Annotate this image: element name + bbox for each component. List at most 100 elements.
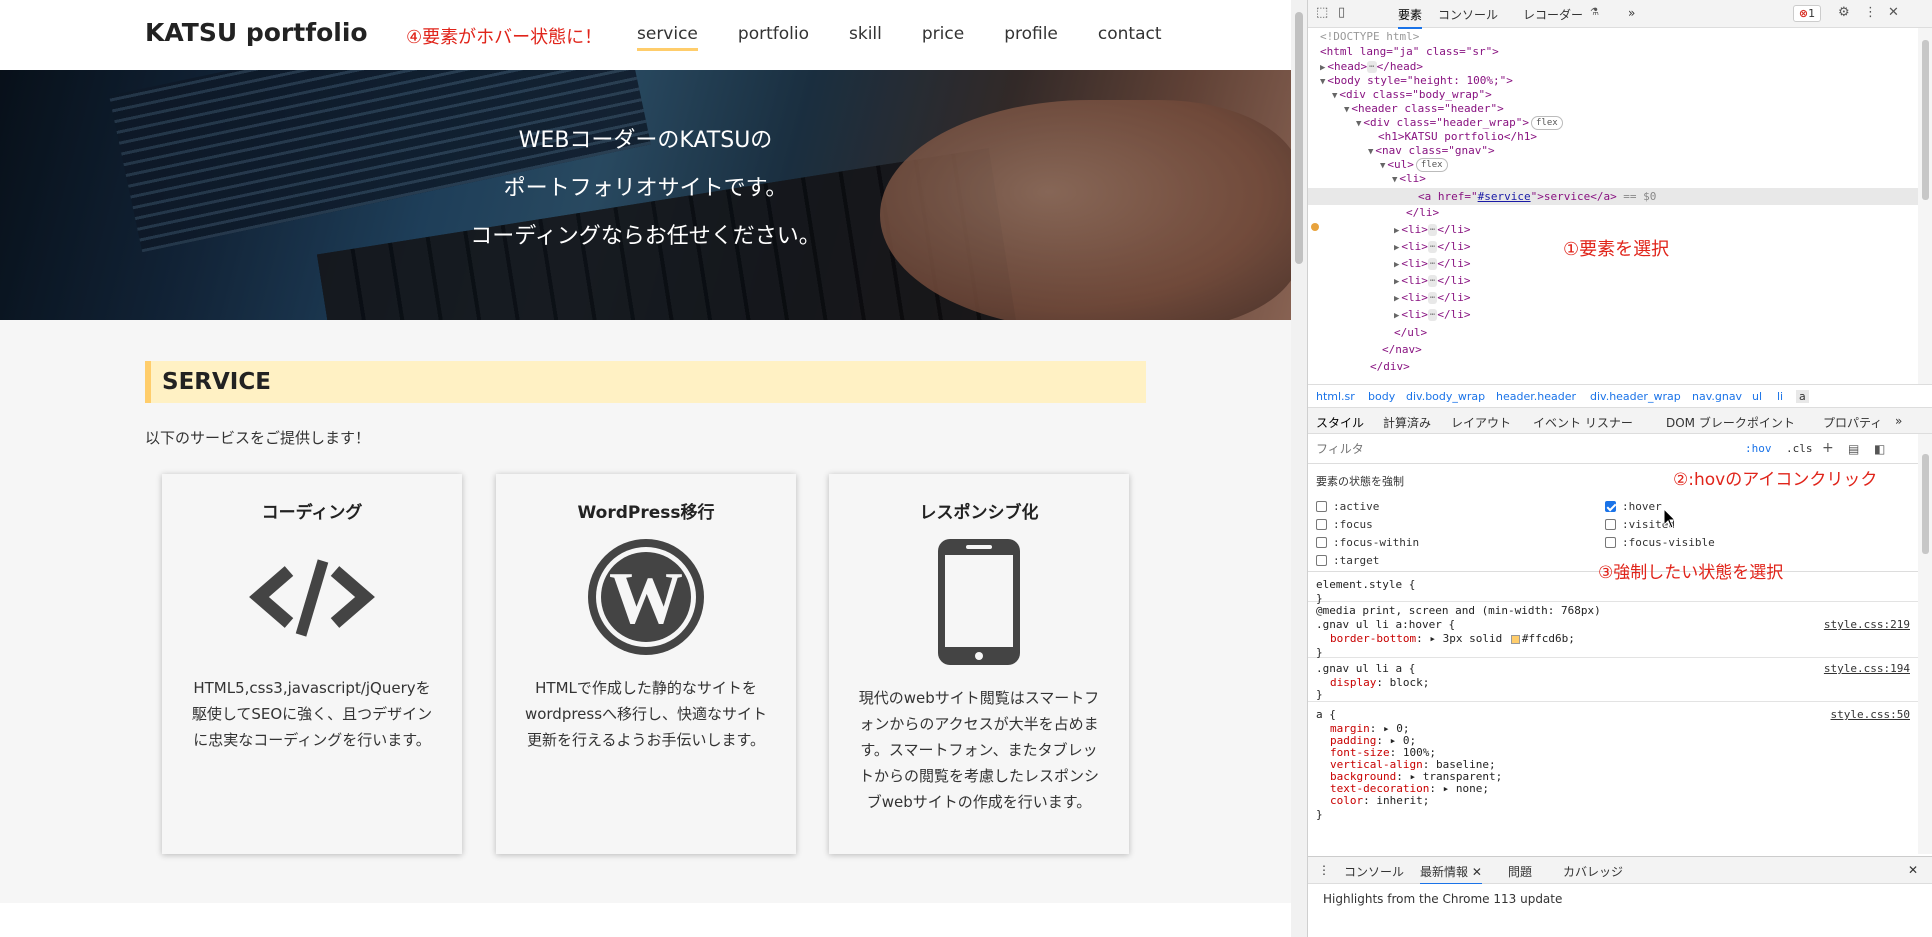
collapse-triangle-icon[interactable]: ▼ bbox=[1356, 119, 1361, 129]
styles-scrollbar-thumb[interactable] bbox=[1922, 454, 1929, 554]
dom-li[interactable]: ▼ <li> bbox=[1392, 170, 1426, 187]
dom-tree-scrollbar[interactable] bbox=[1918, 28, 1932, 384]
expand-triangle-icon[interactable]: ▶ bbox=[1394, 226, 1399, 236]
rule-selector[interactable]: .gnav ul li a:hover { bbox=[1316, 618, 1455, 632]
more-options-icon[interactable]: ⋮ bbox=[1864, 5, 1877, 20]
state-focus-within-checkbox[interactable]: :focus-within bbox=[1316, 536, 1419, 549]
drawer-tab-console[interactable]: コンソール bbox=[1344, 863, 1404, 880]
drawer-tab-coverage[interactable]: カバレッジ bbox=[1563, 863, 1623, 880]
collapse-triangle-icon[interactable]: ▼ bbox=[1332, 91, 1337, 101]
nav-profile[interactable]: profile bbox=[1004, 24, 1058, 51]
hov-toggle-button[interactable]: :hov bbox=[1745, 442, 1772, 455]
collapsed-ellipsis[interactable]: ⋯ bbox=[1427, 258, 1438, 270]
crumb-nav[interactable]: nav.gnav bbox=[1692, 390, 1742, 403]
error-badge[interactable]: ⊗1 bbox=[1793, 5, 1821, 22]
settings-gear-icon[interactable]: ⚙ bbox=[1838, 5, 1850, 20]
crumb-header-wrap[interactable]: div.header_wrap bbox=[1590, 390, 1681, 403]
nav-skill[interactable]: skill bbox=[849, 24, 882, 51]
add-rule-icon[interactable]: + bbox=[1822, 440, 1834, 456]
more-tabs-button[interactable]: » bbox=[1628, 6, 1635, 20]
dom-li-collapsed[interactable]: ▶ <li> ⋯ </li> bbox=[1394, 221, 1470, 238]
rule-selector[interactable]: a { bbox=[1316, 708, 1336, 722]
subtab-computed[interactable]: 計算済み bbox=[1383, 414, 1431, 431]
dom-div-close[interactable]: </div> bbox=[1370, 358, 1410, 375]
dom-li-collapsed[interactable]: ▶ <li> ⋯ </li> bbox=[1394, 272, 1470, 289]
crumb-body[interactable]: body bbox=[1368, 390, 1395, 403]
collapse-triangle-icon[interactable]: ▼ bbox=[1392, 175, 1397, 185]
dom-li-collapsed[interactable]: ▶ <li> ⋯ </li> bbox=[1394, 238, 1470, 255]
nav-contact[interactable]: contact bbox=[1098, 24, 1162, 51]
state-active-checkbox[interactable]: :active bbox=[1316, 500, 1379, 513]
collapse-triangle-icon[interactable]: ▼ bbox=[1380, 161, 1385, 171]
close-devtools-icon[interactable]: ✕ bbox=[1888, 5, 1899, 20]
collapse-triangle-icon[interactable]: ▼ bbox=[1320, 77, 1325, 87]
collapsed-ellipsis[interactable]: ⋯ bbox=[1427, 224, 1438, 236]
checkbox-box[interactable] bbox=[1316, 555, 1327, 566]
state-focus-visible-checkbox[interactable]: :focus-visible bbox=[1605, 536, 1715, 549]
subtab-layout[interactable]: レイアウト bbox=[1451, 414, 1511, 431]
checkbox-box[interactable] bbox=[1605, 519, 1616, 530]
expand-triangle-icon[interactable]: ▶ bbox=[1394, 243, 1399, 253]
collapsed-ellipsis[interactable]: ⋯ bbox=[1427, 241, 1438, 253]
collapsed-ellipsis[interactable]: ⋯ bbox=[1427, 275, 1438, 287]
drawer-tab-whats-new[interactable]: 最新情報 ✕ bbox=[1420, 863, 1482, 885]
crumb-body-wrap[interactable]: div.body_wrap bbox=[1406, 390, 1485, 403]
nav-portfolio[interactable]: portfolio bbox=[738, 24, 809, 51]
rule-source-link[interactable]: style.css:50 bbox=[1831, 708, 1910, 722]
dom-href-link[interactable]: #service bbox=[1478, 190, 1531, 203]
styles-scrollbar[interactable] bbox=[1918, 434, 1932, 854]
crumb-ul[interactable]: ul bbox=[1752, 390, 1762, 403]
state-hover-checkbox[interactable]: :hover bbox=[1605, 500, 1662, 513]
tab-elements[interactable]: 要素 bbox=[1398, 6, 1423, 29]
close-tab-icon[interactable]: ✕ bbox=[1472, 865, 1482, 879]
collapsed-ellipsis[interactable]: ⋯ bbox=[1427, 292, 1438, 304]
subtab-dom-breakpoints[interactable]: DOM ブレークポイント bbox=[1666, 414, 1795, 431]
whats-new-highlights[interactable]: Highlights from the Chrome 113 update bbox=[1323, 892, 1562, 906]
inspect-element-icon[interactable]: ⬚ bbox=[1316, 5, 1328, 20]
rule-selector[interactable]: .gnav ul li a { bbox=[1316, 662, 1415, 676]
rule-source-link[interactable]: style.css:219 bbox=[1824, 618, 1910, 632]
checkbox-box[interactable] bbox=[1316, 519, 1327, 530]
dom-ul-close[interactable]: </ul> bbox=[1394, 324, 1427, 341]
expand-triangle-icon[interactable]: ▶ bbox=[1394, 260, 1399, 270]
tab-console[interactable]: コンソール bbox=[1438, 6, 1498, 23]
collapse-triangle-icon[interactable]: ▼ bbox=[1368, 147, 1373, 157]
rule-source-link[interactable]: style.css:194 bbox=[1824, 662, 1910, 676]
page-scrollbar[interactable] bbox=[1291, 0, 1307, 937]
dom-li-collapsed[interactable]: ▶ <li> ⋯ </li> bbox=[1394, 289, 1470, 306]
crumb-a[interactable]: a bbox=[1796, 390, 1809, 403]
nav-service[interactable]: service bbox=[637, 24, 698, 51]
subtab-event-listeners[interactable]: イベント リスナー bbox=[1533, 414, 1633, 431]
checkbox-box-checked[interactable] bbox=[1605, 501, 1616, 512]
dom-li-close[interactable]: </li> bbox=[1406, 204, 1439, 221]
state-target-checkbox[interactable]: :target bbox=[1316, 554, 1379, 567]
rule-selector[interactable]: element.style { bbox=[1316, 578, 1415, 592]
close-drawer-icon[interactable]: ✕ bbox=[1908, 863, 1918, 877]
drawer-menu-icon[interactable]: ⋮ bbox=[1318, 863, 1330, 877]
rule-property[interactable]: color: inherit; bbox=[1330, 794, 1429, 808]
more-subtabs-button[interactable]: » bbox=[1895, 414, 1902, 428]
dom-nav-close[interactable]: </nav> bbox=[1382, 341, 1422, 358]
nav-price[interactable]: price bbox=[922, 24, 964, 51]
checkbox-box[interactable] bbox=[1316, 537, 1327, 548]
styles-filter-input[interactable] bbox=[1316, 441, 1646, 457]
dom-anchor-selected[interactable]: <a href="#service">service</a> == $0 bbox=[1308, 188, 1918, 205]
toggle-sidebar-icon[interactable]: ◧ bbox=[1874, 442, 1885, 456]
expand-triangle-icon[interactable]: ▶ bbox=[1394, 311, 1399, 321]
crumb-header[interactable]: header.header bbox=[1496, 390, 1576, 403]
rule-property[interactable]: display: block; bbox=[1330, 676, 1429, 690]
paint-icon[interactable]: ▤ bbox=[1848, 442, 1859, 456]
subtab-properties[interactable]: プロパティ bbox=[1823, 414, 1882, 431]
checkbox-box[interactable] bbox=[1316, 501, 1327, 512]
collapse-triangle-icon[interactable]: ▼ bbox=[1344, 105, 1349, 115]
page-scrollbar-thumb[interactable] bbox=[1295, 12, 1303, 264]
crumb-html[interactable]: html.sr bbox=[1316, 390, 1355, 403]
expand-triangle-icon[interactable]: ▶ bbox=[1394, 294, 1399, 304]
drawer-tab-issues[interactable]: 問題 bbox=[1508, 863, 1532, 880]
cls-toggle-button[interactable]: .cls bbox=[1786, 442, 1813, 455]
site-logo[interactable]: KATSU portfolio bbox=[145, 18, 368, 47]
collapsed-ellipsis[interactable]: ⋯ bbox=[1427, 309, 1438, 321]
state-focus-checkbox[interactable]: :focus bbox=[1316, 518, 1373, 531]
tab-recorder[interactable]: レコーダー bbox=[1523, 6, 1583, 23]
subtab-styles[interactable]: スタイル bbox=[1316, 414, 1365, 436]
